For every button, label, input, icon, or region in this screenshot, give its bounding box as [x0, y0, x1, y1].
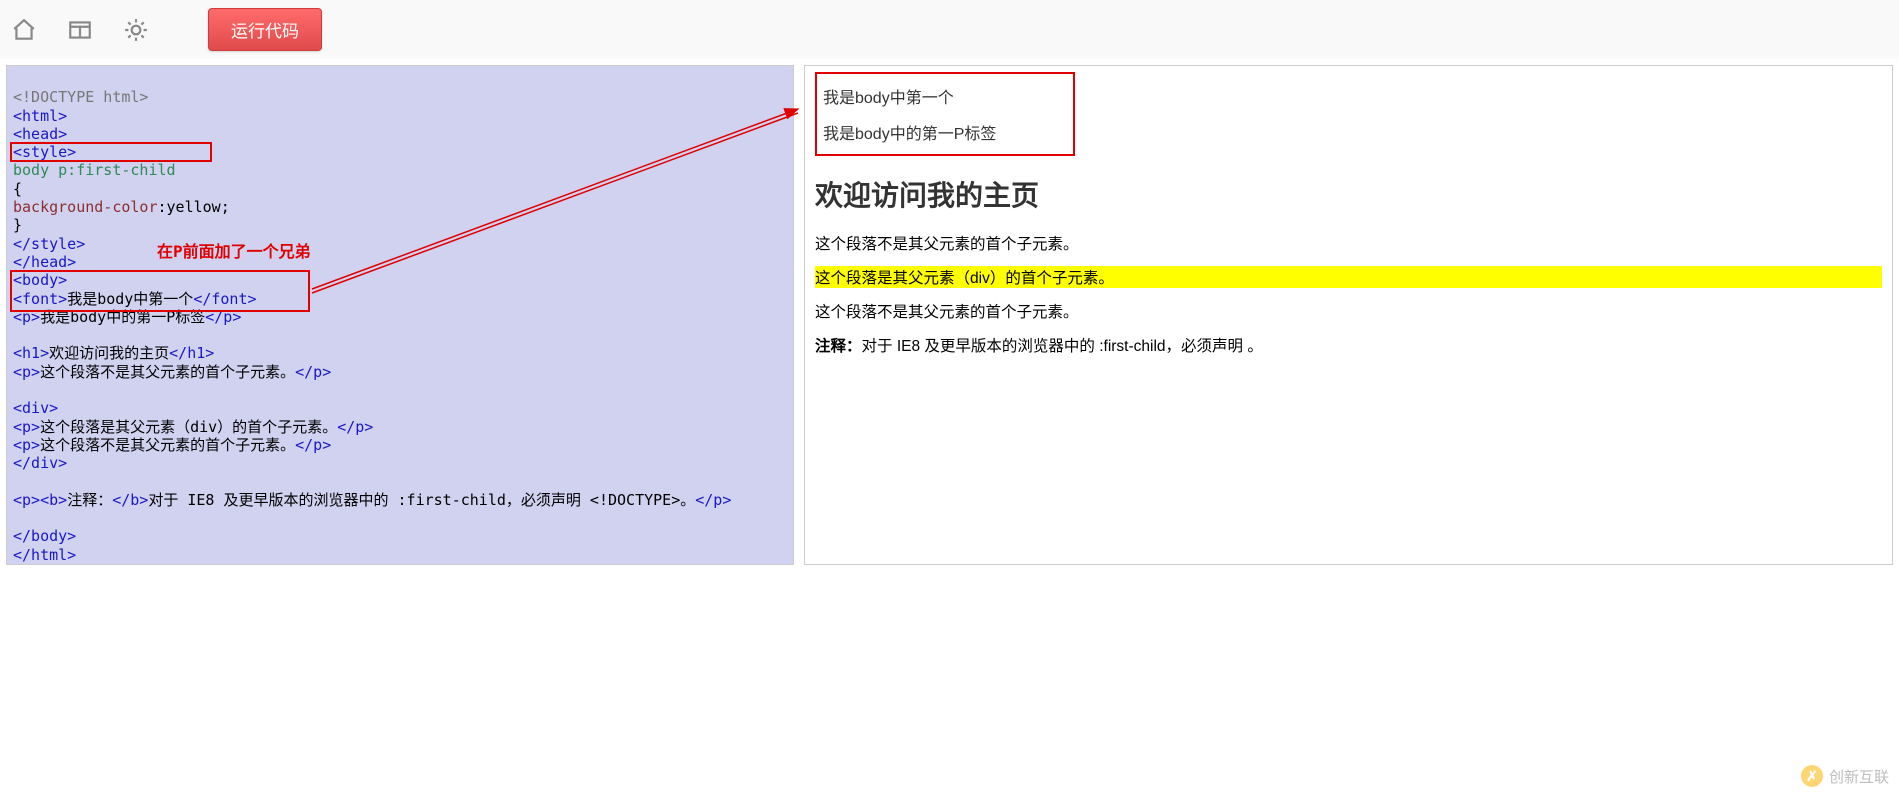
code-line: </head> — [13, 253, 76, 271]
code-line: } — [13, 216, 22, 234]
editor-panes: <!DOCTYPE html> <html> <head> <style> bo… — [0, 59, 1899, 571]
code-line: </body> — [13, 527, 76, 545]
annotation-label-sibling: 在P前面加了一个兄弟 — [157, 242, 311, 262]
code-selector: body p:first-child — [13, 161, 176, 179]
home-icon[interactable] — [10, 16, 38, 44]
result-paragraph-highlighted: 这个段落是其父元素（div）的首个子元素。 — [815, 266, 1882, 288]
result-note: 注释：对于 IE8 及更早版本的浏览器中的 :first-child，必须声明 … — [815, 334, 1882, 356]
code-line: <body> — [13, 271, 67, 289]
run-code-button[interactable]: 运行代码 — [208, 8, 322, 51]
result-preview: 我是body中第一个 我是body中的第一P标签 欢迎访问我的主页 这个段落不是… — [804, 65, 1893, 565]
code-line: <font>我是body中第一个</font> — [13, 290, 257, 308]
code-line: <p>这个段落是其父元素（div）的首个子元素。</p> — [13, 418, 373, 436]
code-line: </div> — [13, 454, 67, 472]
result-note-bold: 注释： — [815, 338, 862, 355]
code-line: <!DOCTYPE html> — [13, 88, 148, 106]
watermark-label: 创新互联 — [1829, 766, 1889, 787]
code-line: <div> — [13, 399, 58, 417]
result-text: 我是body中的第一P标签 — [823, 120, 1067, 144]
watermark-icon: ✗ — [1801, 765, 1823, 787]
panels-icon[interactable] — [66, 16, 94, 44]
toolbar: 运行代码 — [0, 0, 1899, 59]
annotation-box-output: 我是body中第一个 我是body中的第一P标签 — [815, 72, 1075, 156]
code-editor[interactable]: <!DOCTYPE html> <html> <head> <style> bo… — [6, 65, 794, 565]
code-line: <style> — [13, 143, 76, 161]
result-note-tail: 对于 IE8 及更早版本的浏览器中的 :first-child，必须声明 。 — [862, 338, 1263, 355]
code-line: background-color:yellow; — [13, 198, 230, 216]
result-paragraph: 这个段落不是其父元素的首个子元素。 — [815, 232, 1882, 254]
code-line: <h1>欢迎访问我的主页</h1> — [13, 344, 214, 362]
sun-icon[interactable] — [122, 16, 150, 44]
code-line: <p>我是body中的第一P标签</p> — [13, 308, 241, 326]
code-line: <html> — [13, 107, 67, 125]
result-text: 我是body中第一个 — [823, 84, 1067, 108]
code-line: <p>这个段落不是其父元素的首个子元素。</p> — [13, 363, 331, 381]
code-line: { — [13, 180, 22, 198]
code-line: </style> — [13, 235, 85, 253]
code-line: </html> — [13, 546, 76, 564]
code-line: <head> — [13, 125, 67, 143]
result-heading: 欢迎访问我的主页 — [815, 174, 1882, 214]
result-paragraph: 这个段落不是其父元素的首个子元素。 — [815, 300, 1882, 322]
code-line: <p>这个段落不是其父元素的首个子元素。</p> — [13, 436, 331, 454]
watermark: ✗ 创新互联 — [1801, 765, 1889, 787]
code-line: <p><b>注释：</b>对于 IE8 及更早版本的浏览器中的 :first-c… — [13, 491, 731, 509]
